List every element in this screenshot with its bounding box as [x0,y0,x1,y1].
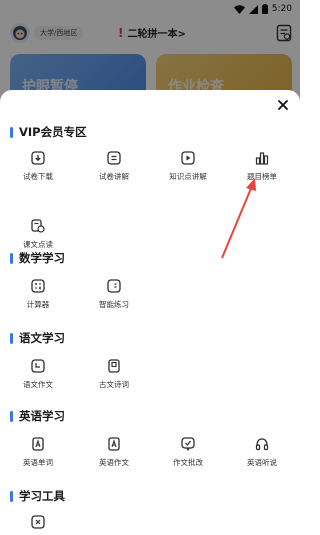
item-text-read-aloud[interactable]: 课文点读 [8,218,68,250]
item-knowledge-explain[interactable]: 知识点讲解 [158,150,218,182]
section-bar [10,252,13,264]
tool-icon [30,514,46,530]
section-bar [10,410,13,422]
item-label: 古文诗词 [99,380,129,389]
item-paper-download[interactable]: 试卷下载 [8,150,68,182]
item-label: 课文点读 [23,240,53,249]
section-math: 数学学习 [10,250,65,266]
download-icon [30,150,46,166]
section-title: 数学学习 [19,251,65,265]
item-label: 试卷讲解 [99,172,129,181]
item-label: 英语听说 [247,458,277,467]
item-question-ranking[interactable]: 题目榜单 [232,150,292,182]
item-label: 计算器 [26,300,50,309]
section-chinese: 语文学习 [10,330,65,346]
section-title: 英语学习 [19,409,65,423]
item-label: 智能练习 [99,300,129,309]
read-aloud-icon [30,218,46,234]
headphones-icon [254,436,270,452]
section-bar [10,332,13,344]
section-bar [10,490,13,502]
item-label: 英语单词 [23,458,53,467]
essay-icon [30,358,46,374]
item-english-words[interactable]: 英语单词 [8,436,68,468]
item-label: 试卷下载 [23,172,53,181]
item-label: 题目榜单 [247,172,277,181]
item-ancient-poetry[interactable]: 古文诗词 [84,358,144,390]
item-study-tool[interactable] [8,514,68,535]
feature-sheet: VIP会员专区 试卷下载 试卷讲解 知识点讲解 题目榜单 课文点读 数学学习 计… [0,90,300,534]
play-icon [180,150,196,166]
document-icon [106,150,122,166]
item-smart-practice[interactable]: 智能练习 [84,278,144,310]
item-label: 知识点讲解 [169,172,207,181]
item-calculator[interactable]: 计算器 [8,278,68,310]
bar-chart-icon [254,150,270,166]
section-title: 学习工具 [19,489,65,503]
item-paper-explain[interactable]: 试卷讲解 [84,150,144,182]
item-english-listening[interactable]: 英语听说 [232,436,292,468]
calculator-icon [30,278,46,294]
section-title: 语文学习 [19,331,65,345]
english-essay-icon [106,436,122,452]
item-label: 作文批改 [173,458,203,467]
section-title: VIP会员专区 [19,125,87,139]
poem-book-icon [106,358,122,374]
practice-book-icon [106,278,122,294]
section-tools: 学习工具 [10,488,65,504]
item-label: 语文作文 [23,380,53,389]
section-bar [10,126,13,138]
section-english: 英语学习 [10,408,65,424]
item-english-essay[interactable]: 英语作文 [84,436,144,468]
item-chinese-essay[interactable]: 语文作文 [8,358,68,390]
correction-icon [180,436,196,452]
item-essay-correction[interactable]: 作文批改 [158,436,218,468]
english-word-icon [30,436,46,452]
section-vip: VIP会员专区 [10,124,87,140]
item-label: 英语作文 [99,458,129,467]
close-icon[interactable] [276,98,290,112]
